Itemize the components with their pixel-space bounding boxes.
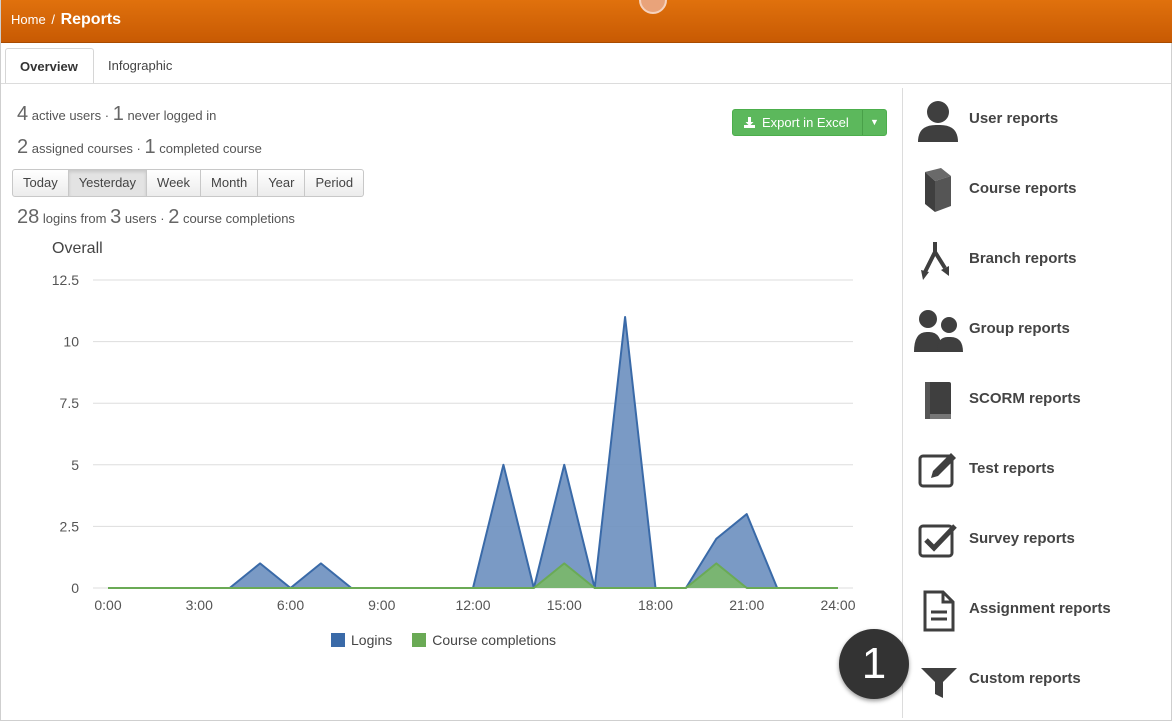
tab-overview[interactable]: Overview — [5, 48, 94, 84]
breadcrumb-home-link[interactable]: Home — [11, 12, 46, 27]
sidebar-item-course-reports[interactable]: Course reports — [913, 158, 1163, 218]
book-icon — [925, 168, 951, 212]
active-users-count: 4 — [17, 103, 29, 125]
step-badge: 1 — [839, 629, 909, 699]
x-tick-label: 21:00 — [729, 597, 764, 613]
period-week-button[interactable]: Week — [147, 169, 202, 197]
never-logged-count: 1 — [112, 103, 124, 125]
sidebar-item-label: Test reports — [969, 460, 1055, 477]
sidebar-item-label: Assignment reports — [969, 600, 1111, 617]
completed-courses-label: completed course — [159, 141, 262, 156]
filter-icon — [921, 668, 957, 698]
assigned-courses-count: 2 — [17, 136, 29, 158]
active-users-label: active users · — [31, 108, 110, 123]
export-excel-label: Export in Excel — [762, 115, 849, 130]
series-area-0 — [108, 316, 838, 588]
sidebar-item-test-reports[interactable]: Test reports — [913, 438, 1163, 498]
assigned-courses-label: assigned courses · — [31, 141, 141, 156]
branch-icon — [921, 242, 949, 280]
overall-chart: 0 2.5 5 7.5 10 12.5 0:00 3:00 6:00 9:00 12:00 15:00… — [52, 272, 856, 613]
period-year-button[interactable]: Year — [258, 169, 306, 197]
sidebar-item-label: Course reports — [969, 180, 1077, 197]
export-excel-main[interactable]: Export in Excel — [733, 110, 862, 135]
period-yesterday-button[interactable]: Yesterday — [68, 169, 148, 197]
sidebar-divider — [902, 88, 903, 718]
y-tick-label: 12.5 — [52, 272, 79, 288]
caret-down-icon[interactable]: ▼ — [862, 110, 886, 135]
export-excel-button[interactable]: Export in Excel ▼ — [732, 109, 887, 136]
tab-divider — [1, 83, 1171, 84]
sidebar-item-label: User reports — [969, 110, 1059, 127]
page-title: Reports — [60, 11, 122, 28]
document-icon — [923, 590, 955, 632]
logins-count: 28 — [17, 206, 40, 228]
download-icon — [744, 117, 755, 128]
completions-count: 2 — [168, 206, 180, 228]
course-stats: 2 assigned courses · 1 completed course — [17, 136, 262, 159]
sidebar-item-branch-reports[interactable]: Branch reports — [913, 228, 1163, 288]
x-tick-label: 18:00 — [638, 597, 673, 613]
user-icon — [918, 101, 958, 142]
legend-label-completions: Course completions — [432, 632, 556, 648]
legend-label-logins: Logins — [351, 632, 393, 648]
users-count: 3 — [110, 206, 122, 228]
period-selector: Today Yesterday Week Month Year Period — [12, 169, 365, 197]
sidebar-item-label: Group reports — [969, 320, 1070, 337]
user-stats: 4 active users · 1 never logged in — [17, 103, 216, 126]
legend-swatch-logins — [331, 633, 345, 647]
sidebar-item-scorm-reports[interactable]: SCORM reports — [913, 368, 1163, 428]
activity-stats: 28 logins from 3 users · 2 course comple… — [17, 206, 295, 229]
never-logged-label: never logged in — [127, 108, 217, 123]
period-today-button[interactable]: Today — [12, 169, 69, 197]
chart-legend: Logins Course completions — [331, 632, 576, 648]
sidebar-item-label: Branch reports — [969, 250, 1077, 267]
tab-infographic[interactable]: Infographic — [94, 48, 186, 84]
app-frame: Home / Reports Overview Infographic 4 ac… — [0, 0, 1172, 721]
sidebar-item-user-reports[interactable]: User reports — [913, 88, 1163, 148]
sidebar-item-assignment-reports[interactable]: Assignment reports — [913, 578, 1163, 638]
logins-label: logins from — [42, 211, 107, 226]
x-tick-label: 12:00 — [455, 597, 490, 613]
legend-item-completions[interactable]: Course completions — [412, 632, 556, 648]
y-tick-label: 10 — [63, 334, 79, 350]
x-tick-label: 0:00 — [94, 597, 121, 613]
x-tick-label: 3:00 — [186, 597, 213, 613]
breadcrumb: Home / Reports — [11, 11, 121, 29]
y-tick-label: 2.5 — [60, 518, 80, 534]
breadcrumb-separator: / — [51, 12, 55, 27]
x-tick-label: 6:00 — [277, 597, 304, 613]
x-tick-label: 9:00 — [368, 597, 395, 613]
scorm-book-icon — [925, 382, 951, 419]
sidebar-item-survey-reports[interactable]: Survey reports — [913, 508, 1163, 568]
x-tick-label: 15:00 — [547, 597, 582, 613]
sidebar-item-group-reports[interactable]: Group reports — [913, 298, 1163, 358]
y-tick-label: 5 — [71, 457, 79, 473]
y-tick-label: 7.5 — [60, 395, 80, 411]
completions-label: course completions — [182, 211, 295, 226]
y-tick-label: 0 — [71, 580, 79, 596]
period-custom-button[interactable]: Period — [305, 169, 365, 197]
sidebar-item-label: Custom reports — [969, 670, 1081, 687]
period-month-button[interactable]: Month — [201, 169, 259, 197]
sidebar-item-label: Survey reports — [969, 530, 1075, 547]
legend-swatch-completions — [412, 633, 427, 647]
chart-title: Overall — [52, 240, 103, 257]
users-label: users · — [124, 211, 165, 226]
sidebar-item-custom-reports[interactable]: Custom reports — [913, 648, 1163, 708]
x-tick-label: 24:00 — [820, 597, 855, 613]
group-icon — [914, 310, 963, 352]
edit-icon — [918, 453, 956, 488]
completed-courses-count: 1 — [144, 136, 156, 158]
top-bar: Home / Reports — [1, 0, 1172, 43]
sidebar-item-label: SCORM reports — [969, 390, 1081, 407]
checkbox-icon — [918, 524, 957, 558]
legend-item-logins[interactable]: Logins — [331, 632, 392, 648]
top-handle-icon[interactable] — [639, 0, 667, 14]
